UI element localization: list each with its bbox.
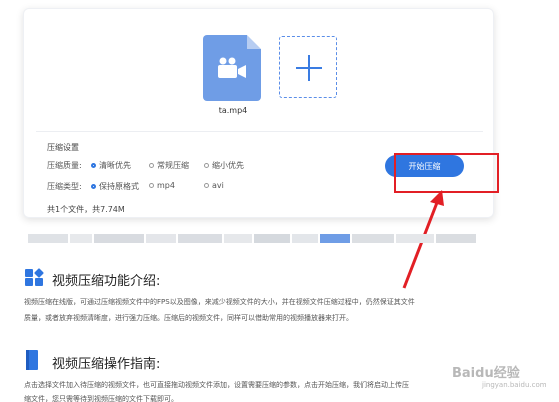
type-option-mp4[interactable]: mp4 [149, 181, 175, 190]
start-compress-button[interactable]: 开始压缩 [385, 155, 464, 177]
video-file-thumbnail[interactable] [203, 35, 261, 101]
radio-icon [204, 163, 209, 168]
feature-intro-line-2: 质量，或者放弃视频清晰度，进行强力压缩。压缩后的视频文件，同样可以借助常用的视频… [24, 314, 353, 322]
guide-line-2: 缩文件，您只需等待到视频压缩的文件下载即可。 [24, 395, 178, 402]
quality-option-small[interactable]: 缩小优先 [204, 160, 244, 171]
guide-line-1: 点击选择文件加入待压缩的视频文件，也可直接拖动视频文件添加，设置需要压缩的参数，… [24, 381, 409, 389]
video-file-icon [218, 57, 246, 78]
feature-intro-title: 视频压缩功能介绍: [52, 274, 161, 289]
apps-grid-icon [25, 268, 44, 286]
quality-option-normal[interactable]: 常规压缩 [149, 160, 189, 171]
file-corner-fold [247, 35, 261, 49]
settings-divider [36, 131, 483, 132]
type-label: 压缩类型: [47, 182, 82, 191]
compress-panel: ta.mp4 压缩设置 压缩质量: 清晰优先 常规压缩 缩小优先 压缩类型: 保… [23, 8, 494, 218]
settings-title: 压缩设置 [47, 143, 79, 152]
radio-icon [204, 183, 209, 188]
quality-label: 压缩质量: [47, 161, 82, 170]
add-file-button[interactable] [279, 36, 337, 98]
option-label: 保持原格式 [99, 182, 139, 191]
option-label: avi [212, 181, 224, 190]
option-label: 常规压缩 [157, 161, 189, 170]
watermark-url: jingyan.baidu.com [482, 381, 547, 389]
plus-icon-vertical [308, 55, 310, 81]
option-label: mp4 [157, 181, 175, 190]
watermark-logo: Baidu经验 [452, 366, 520, 381]
radio-icon [149, 163, 154, 168]
guide-title: 视频压缩操作指南: [52, 357, 161, 372]
book-icon [26, 350, 38, 370]
feature-intro-line-1: 视频压缩在线版，可通过压缩视频文件中的FPS以及图像，来减少视频文件的大小，并在… [24, 298, 415, 306]
type-option-avi[interactable]: avi [204, 181, 224, 190]
radio-selected-icon [91, 184, 96, 189]
option-label: 缩小优先 [212, 161, 244, 170]
radio-selected-icon [91, 163, 96, 168]
file-name: ta.mp4 [218, 106, 248, 115]
blurred-banner [28, 234, 478, 243]
file-count: 共1个文件，共7.74M [47, 205, 125, 214]
option-label: 清晰优先 [99, 161, 131, 170]
quality-option-clear[interactable]: 清晰优先 [91, 160, 131, 171]
radio-icon [149, 183, 154, 188]
type-option-keep[interactable]: 保持原格式 [91, 181, 139, 192]
